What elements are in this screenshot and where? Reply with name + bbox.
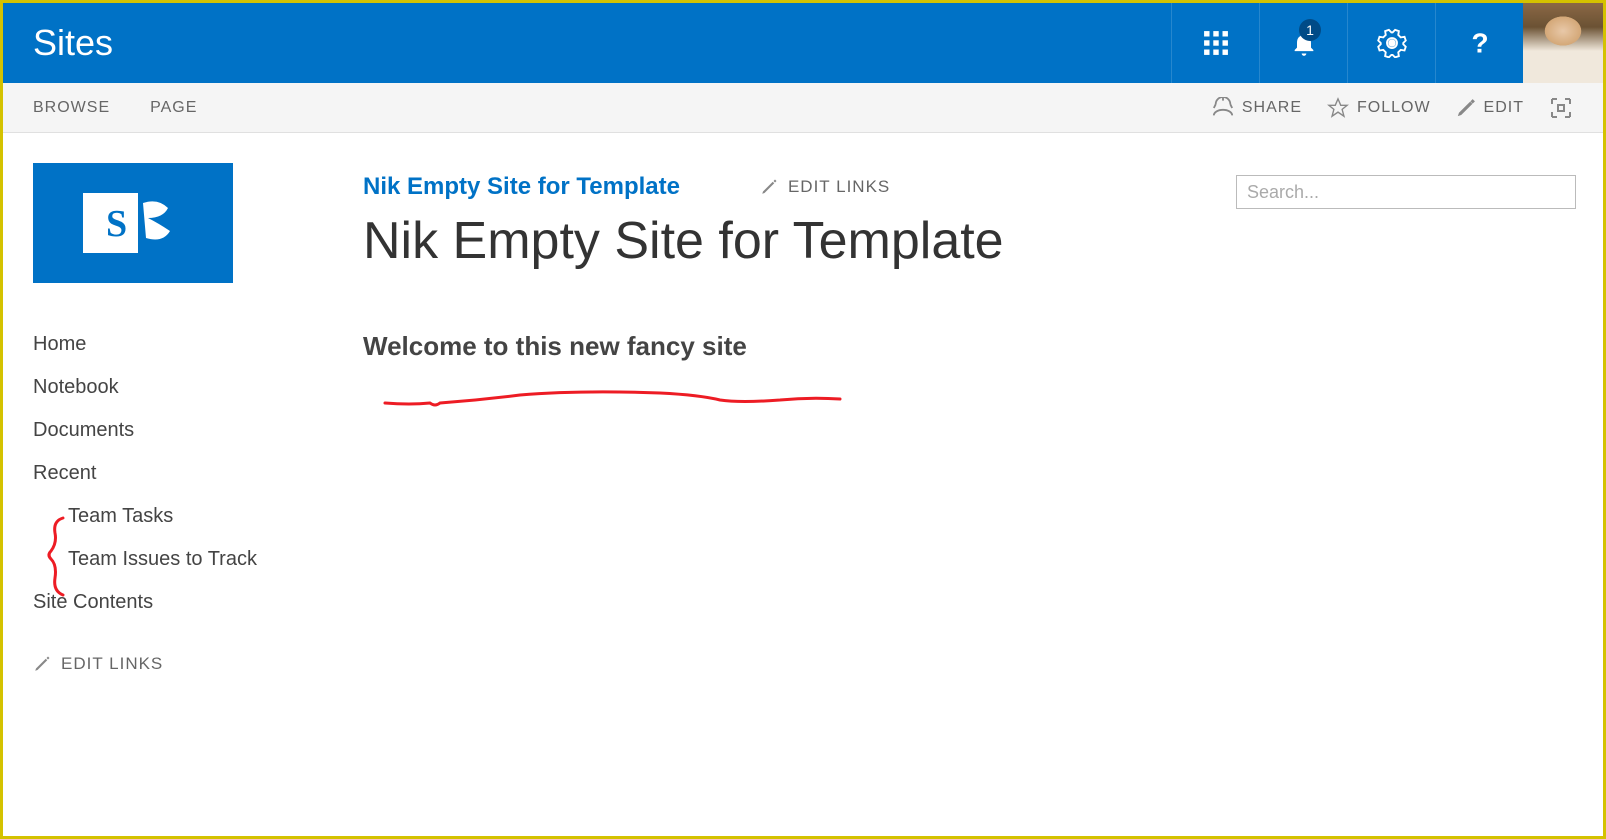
avatar-image <box>1523 3 1603 83</box>
edit-links-sidebar[interactable]: EDIT LINKS <box>33 654 333 674</box>
help-button[interactable]: ? <box>1435 3 1523 83</box>
edit-button[interactable]: EDIT <box>1456 98 1524 118</box>
focus-button[interactable] <box>1549 96 1573 120</box>
tab-page[interactable]: PAGE <box>150 99 197 117</box>
site-nav-title[interactable]: Nik Empty Site for Template <box>363 173 680 201</box>
share-label: SHARE <box>1242 99 1302 117</box>
star-icon <box>1327 97 1349 119</box>
suite-right: 1 ? <box>1171 3 1603 83</box>
follow-label: FOLLOW <box>1357 99 1431 117</box>
share-button[interactable]: SHARE <box>1212 97 1302 119</box>
share-icon <box>1212 97 1234 119</box>
user-avatar[interactable] <box>1523 3 1603 83</box>
svg-text:S: S <box>106 203 127 245</box>
nav-documents[interactable]: Documents <box>33 419 333 442</box>
suite-brand[interactable]: Sites <box>3 22 113 64</box>
tab-browse[interactable]: BROWSE <box>33 99 110 117</box>
app-launcher-button[interactable] <box>1171 3 1259 83</box>
edit-links-topnav[interactable]: EDIT LINKS <box>760 177 890 197</box>
page-title: Nik Empty Site for Template <box>363 211 1573 271</box>
waffle-icon <box>1203 30 1229 56</box>
main-content: Nik Empty Site for Template EDIT LINKS N… <box>363 163 1573 674</box>
quicklaunch: Home Notebook Documents Recent Team Task… <box>33 323 333 624</box>
edit-links-label: EDIT LINKS <box>788 177 890 197</box>
follow-button[interactable]: FOLLOW <box>1327 97 1431 119</box>
nav-home[interactable]: Home <box>33 333 333 356</box>
pencil-icon <box>33 655 51 673</box>
pencil-icon <box>760 178 778 196</box>
pencil-icon <box>1456 98 1476 118</box>
nav-team-tasks[interactable]: Team Tasks <box>68 505 333 528</box>
suite-bar: Sites 1 ? <box>3 3 1603 83</box>
content-area: S Home Notebook Documents Recent Team Ta… <box>3 133 1603 704</box>
nav-notebook[interactable]: Notebook <box>33 376 333 399</box>
edit-links-label: EDIT LINKS <box>61 654 163 674</box>
nav-team-issues[interactable]: Team Issues to Track <box>68 548 333 571</box>
ribbon-actions: SHARE FOLLOW EDIT <box>1212 96 1573 120</box>
settings-button[interactable] <box>1347 3 1435 83</box>
edit-label: EDIT <box>1484 99 1524 117</box>
search-input[interactable] <box>1236 175 1576 209</box>
help-icon: ? <box>1466 29 1494 57</box>
sharepoint-icon: S <box>78 183 188 263</box>
ribbon: BROWSE PAGE SHARE FOLLOW EDIT <box>3 83 1603 133</box>
notification-badge: 1 <box>1299 19 1321 41</box>
focus-icon <box>1549 96 1573 120</box>
gear-icon <box>1377 28 1407 58</box>
nav-recent[interactable]: Recent <box>33 462 333 485</box>
svg-text:?: ? <box>1471 29 1488 57</box>
notifications-button[interactable]: 1 <box>1259 3 1347 83</box>
sidebar: S Home Notebook Documents Recent Team Ta… <box>33 163 333 674</box>
ribbon-tabs: BROWSE PAGE <box>33 99 197 117</box>
nav-site-contents[interactable]: Site Contents <box>33 591 333 614</box>
site-logo[interactable]: S <box>33 163 233 283</box>
welcome-text: Welcome to this new fancy site <box>363 331 1573 362</box>
